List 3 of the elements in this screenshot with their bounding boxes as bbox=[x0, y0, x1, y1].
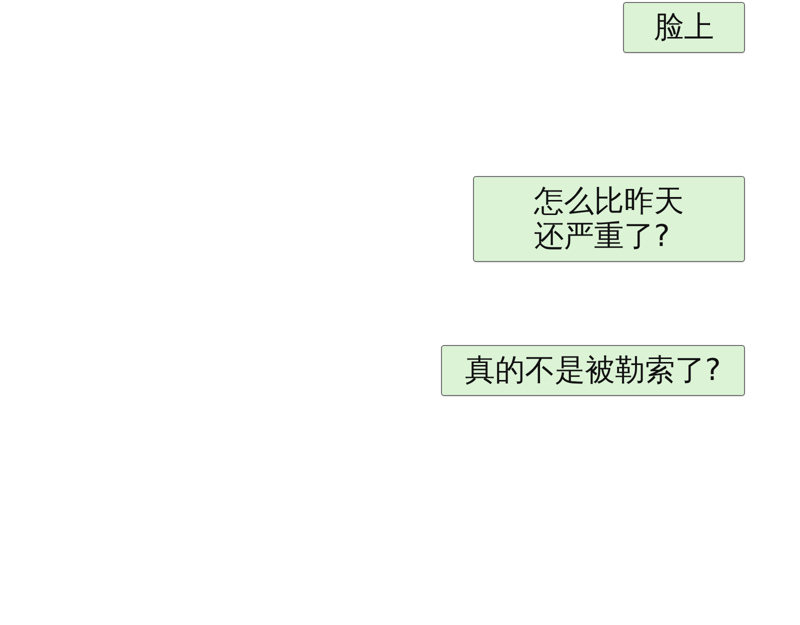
message-text: 脸上 bbox=[654, 10, 714, 45]
message-text: 怎么比昨天 还严重了? bbox=[534, 184, 684, 254]
message-text: 真的不是被勒索了? bbox=[465, 353, 721, 388]
